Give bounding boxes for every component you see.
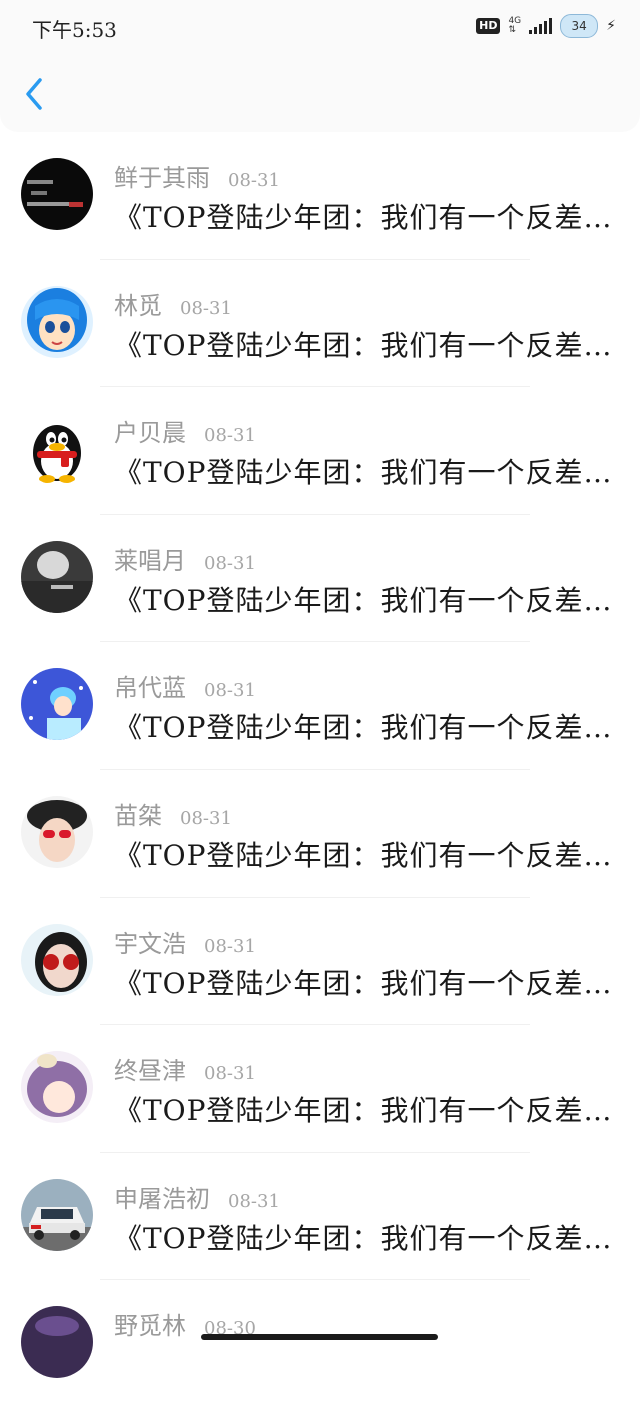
data-arrows-icon: ⇅ bbox=[508, 25, 516, 35]
top-nav-bar bbox=[0, 52, 640, 132]
post-date: 08-31 bbox=[228, 170, 280, 191]
winter-girl-avatar bbox=[21, 668, 93, 741]
avatar[interactable] bbox=[21, 795, 93, 868]
back-button[interactable] bbox=[20, 76, 50, 112]
chevron-left-icon bbox=[26, 78, 42, 110]
post-date: 08-31 bbox=[204, 425, 256, 447]
user-name: 林觅 bbox=[114, 291, 162, 320]
avatar[interactable] bbox=[21, 1178, 93, 1251]
avatar[interactable] bbox=[21, 158, 93, 230]
fur-hat-avatar bbox=[21, 795, 93, 868]
user-name: 鲜于其雨 bbox=[114, 164, 210, 192]
list-item[interactable]: 终昼津 08-31 《TOP登陆少年团：我们有一个反差萌大男孩》 bbox=[0, 1025, 640, 1153]
sunglasses-avatar bbox=[21, 923, 93, 996]
message-preview: 《TOP登陆少年团：我们有一个反差萌大男孩》 bbox=[114, 711, 614, 745]
user-name: 野觅林 bbox=[114, 1312, 186, 1341]
message-preview: 《TOP登陆少年团：我们有一个反差萌大男孩》 bbox=[114, 583, 614, 617]
charging-icon: ⚡ bbox=[606, 18, 616, 34]
avatar[interactable] bbox=[21, 1306, 93, 1379]
list-item[interactable]: 莱唱月 08-31 《TOP登陆少年团：我们有一个反差萌大男孩》 bbox=[0, 515, 640, 643]
avatar[interactable] bbox=[21, 540, 93, 613]
penguin-avatar bbox=[21, 413, 93, 486]
hd-badge: HD bbox=[476, 18, 501, 34]
user-name: 帛代蓝 bbox=[114, 674, 186, 703]
avatar[interactable] bbox=[21, 285, 93, 358]
blue-anime-girl-avatar bbox=[21, 285, 93, 358]
battery-level: 34 bbox=[571, 19, 587, 33]
status-time: 下午5:53 bbox=[32, 18, 117, 42]
name-line: 莱唱月 08-31 bbox=[114, 541, 256, 575]
name-line: 申屠浩初 08-31 bbox=[114, 1179, 280, 1213]
post-date: 08-31 bbox=[180, 807, 232, 829]
list-item[interactable]: 林觅 08-31 《TOP登陆少年团：我们有一个反差萌大男孩》 bbox=[0, 260, 640, 388]
post-date: 08-31 bbox=[228, 1190, 280, 1212]
name-line: 苗桀 08-31 bbox=[114, 796, 232, 830]
message-preview: 《TOP登陆少年团：我们有一个反差萌大男孩》 bbox=[114, 201, 614, 234]
avatar[interactable] bbox=[21, 1051, 93, 1124]
list-item[interactable]: 申屠浩初 08-31 《TOP登陆少年团：我们有一个反差萌大男孩》 bbox=[0, 1153, 640, 1281]
post-date: 08-31 bbox=[204, 935, 256, 957]
message-preview: 《TOP登陆少年团：我们有一个反差萌大男孩》 bbox=[114, 1221, 614, 1255]
rally-car-avatar bbox=[21, 1178, 93, 1251]
name-line: 帛代蓝 08-31 bbox=[114, 668, 256, 703]
name-line: 林觅 08-31 bbox=[114, 286, 232, 320]
name-line: 鲜于其雨 08-31 bbox=[114, 158, 280, 192]
post-date: 08-31 bbox=[204, 1063, 256, 1085]
user-name: 户贝晨 bbox=[114, 419, 186, 448]
avatar[interactable] bbox=[21, 668, 93, 741]
status-bar: 下午5:53 HD 4G ⇅ 34 ⚡ bbox=[0, 0, 640, 52]
list-item[interactable]: 帛代蓝 08-31 《TOP登陆少年团：我们有一个反差萌大男孩》 bbox=[0, 642, 640, 770]
user-name: 终昼津 bbox=[114, 1057, 186, 1086]
avatar[interactable] bbox=[21, 923, 93, 996]
avatar[interactable] bbox=[21, 413, 93, 486]
list-item[interactable]: 宇文浩 08-31 《TOP登陆少年团：我们有一个反差萌大男孩》 bbox=[0, 898, 640, 1026]
post-date: 08-31 bbox=[204, 552, 256, 574]
grey-photo-avatar bbox=[21, 540, 93, 613]
message-preview: 《TOP登陆少年团：我们有一个反差萌大男孩》 bbox=[114, 1094, 614, 1128]
name-line: 终昼津 08-31 bbox=[114, 1051, 256, 1086]
list-item[interactable]: 户贝晨 08-31 《TOP登陆少年团：我们有一个反差萌大男孩》 bbox=[0, 387, 640, 515]
list-item[interactable]: 野觅林 08-30 bbox=[0, 1280, 640, 1408]
user-name: 莱唱月 bbox=[114, 546, 186, 575]
list-item[interactable]: 鲜于其雨 08-31 《TOP登陆少年团：我们有一个反差萌大男孩》 bbox=[0, 132, 640, 260]
purple-hair-avatar bbox=[21, 1051, 93, 1124]
network-indicator: 4G ⇅ bbox=[508, 17, 521, 35]
name-line: 宇文浩 08-31 bbox=[114, 924, 256, 958]
dark-text-avatar bbox=[21, 158, 93, 230]
user-name: 宇文浩 bbox=[114, 929, 186, 958]
user-name: 苗桀 bbox=[114, 801, 162, 830]
list-item[interactable]: 苗桀 08-31 《TOP登陆少年团：我们有一个反差萌大男孩》 bbox=[0, 770, 640, 898]
signal-icon bbox=[529, 18, 553, 34]
name-line: 户贝晨 08-31 bbox=[114, 413, 256, 448]
message-preview: 《TOP登陆少年团：我们有一个反差萌大男孩》 bbox=[114, 838, 614, 872]
battery-icon: 34 bbox=[560, 14, 599, 38]
purple-photo-avatar bbox=[21, 1306, 93, 1379]
message-preview: 《TOP登陆少年团：我们有一个反差萌大男孩》 bbox=[114, 456, 614, 490]
post-date: 08-31 bbox=[204, 680, 256, 702]
message-preview: 《TOP登陆少年团：我们有一个反差萌大男孩》 bbox=[114, 966, 614, 1000]
user-name: 申屠浩初 bbox=[114, 1184, 210, 1213]
status-icons: HD 4G ⇅ 34 ⚡ bbox=[476, 14, 616, 38]
post-date: 08-31 bbox=[180, 297, 232, 319]
message-list: 鲜于其雨 08-31 《TOP登陆少年团：我们有一个反差萌大男孩》 林觅 08-… bbox=[0, 132, 640, 1408]
home-indicator[interactable] bbox=[201, 1334, 438, 1340]
message-preview: 《TOP登陆少年团：我们有一个反差萌大男孩》 bbox=[114, 328, 614, 362]
